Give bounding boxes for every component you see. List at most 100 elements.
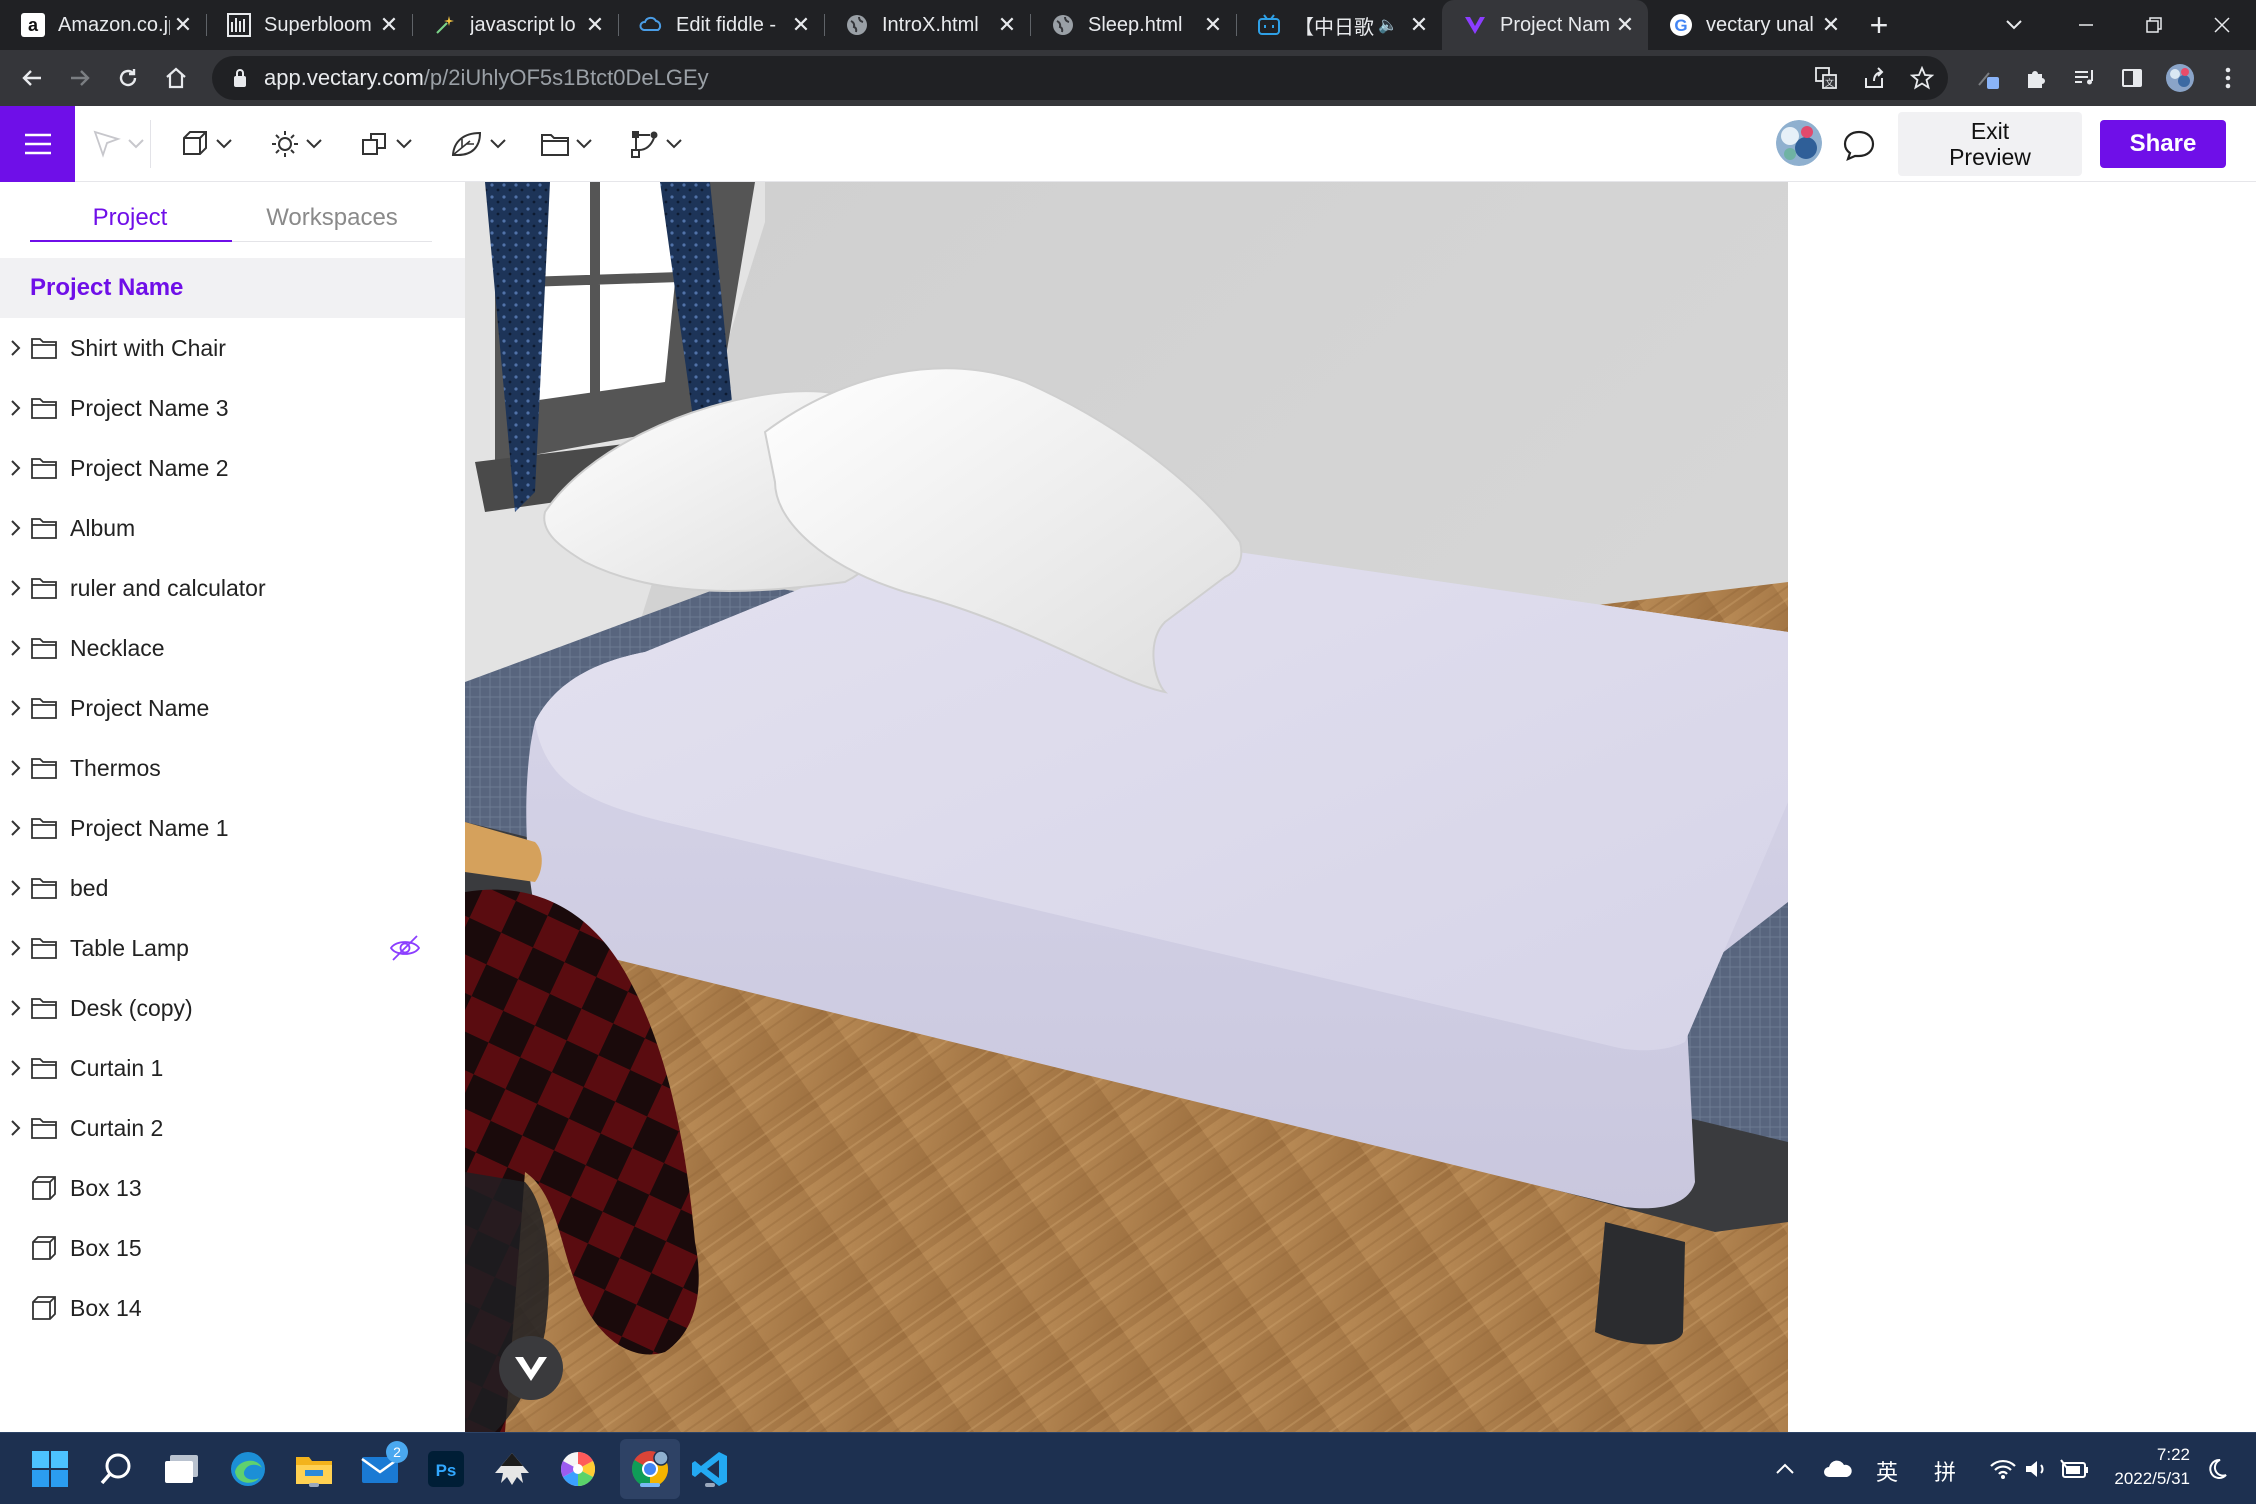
tree-item[interactable]: Box 13 <box>0 1158 465 1218</box>
library-tool-button[interactable] <box>540 124 592 164</box>
close-icon[interactable]: ✕ <box>1200 12 1226 38</box>
chevron-right-icon[interactable] <box>0 939 30 957</box>
tree-item[interactable]: Curtain 2 <box>0 1098 465 1158</box>
browser-tab-bilibili[interactable]: 【中日歌 🔈 ✕ <box>1236 0 1442 50</box>
forward-icon[interactable] <box>60 58 100 98</box>
reload-icon[interactable] <box>108 58 148 98</box>
close-icon[interactable]: ✕ <box>788 12 814 38</box>
address-bar[interactable]: app.vectary.com/p/2iUhlyOF5s1Btct0DeLGEy <box>212 56 1948 100</box>
3d-viewport[interactable] <box>465 182 1788 1432</box>
ime-mode-indicator[interactable]: 拼 <box>1934 1455 1956 1487</box>
tree-item[interactable]: Project Name 1 <box>0 798 465 858</box>
tree-item[interactable]: Shirt with Chair <box>0 318 465 378</box>
chevron-right-icon[interactable] <box>0 999 30 1017</box>
chevron-right-icon[interactable] <box>0 759 30 777</box>
restore-icon[interactable] <box>2120 0 2188 50</box>
bookmark-star-icon[interactable] <box>1898 58 1946 98</box>
share-button[interactable]: Share <box>2100 120 2226 168</box>
close-icon[interactable]: ✕ <box>376 12 402 38</box>
tree-item[interactable]: Thermos <box>0 738 465 798</box>
browser-tab-google[interactable]: G vectary unal ✕ <box>1648 0 1854 50</box>
select-tool-button[interactable] <box>92 124 144 164</box>
browser-menu-icon[interactable] <box>2204 58 2252 98</box>
speaker-icon[interactable]: 🔈 <box>1378 15 1398 35</box>
battery-icon[interactable] <box>2056 1447 2092 1491</box>
hamburger-menu-button[interactable] <box>0 106 75 182</box>
tree-item[interactable]: Box 14 <box>0 1278 465 1338</box>
chrome-icon[interactable] <box>628 1447 672 1491</box>
home-icon[interactable] <box>156 58 196 98</box>
media-control-icon[interactable] <box>2060 58 2108 98</box>
comment-icon[interactable] <box>1838 124 1880 166</box>
inkscape-icon[interactable] <box>490 1447 534 1491</box>
tree-item[interactable]: ruler and calculator <box>0 558 465 618</box>
extension-icon[interactable] <box>1964 58 2012 98</box>
tree-item[interactable]: Desk (copy) <box>0 978 465 1038</box>
tree-item[interactable]: Box 15 <box>0 1218 465 1278</box>
chevron-up-icon[interactable] <box>1770 1447 1800 1491</box>
tree-item[interactable]: Project Name 2 <box>0 438 465 498</box>
back-icon[interactable] <box>12 58 52 98</box>
browser-tab-superbloom[interactable]: Superbloom ✕ <box>206 0 412 50</box>
chevron-right-icon[interactable] <box>0 339 30 357</box>
photoshop-icon[interactable]: Ps <box>424 1447 468 1491</box>
close-icon[interactable]: ✕ <box>1818 12 1844 38</box>
system-clock[interactable]: 7:22 2022/5/31 <box>2100 1443 2190 1491</box>
tab-workspaces[interactable]: Workspaces <box>232 204 432 232</box>
puzzle-icon[interactable] <box>2012 58 2060 98</box>
chevron-right-icon[interactable] <box>0 579 30 597</box>
translate-icon[interactable]: 文 <box>1802 58 1850 98</box>
tab-project[interactable]: Project <box>30 204 230 232</box>
close-icon[interactable]: ✕ <box>582 12 608 38</box>
materials-tool-button[interactable] <box>450 124 506 164</box>
close-icon[interactable]: ✕ <box>170 12 196 38</box>
tree-item[interactable]: Necklace <box>0 618 465 678</box>
browser-tab-jsfiddle[interactable]: Edit fiddle - ✕ <box>618 0 824 50</box>
color-picker-icon[interactable] <box>556 1447 600 1491</box>
chevron-right-icon[interactable] <box>0 1059 30 1077</box>
start-menu-icon[interactable] <box>28 1447 72 1491</box>
project-name-row[interactable]: Project Name <box>0 258 465 318</box>
exit-preview-button[interactable]: Exit Preview <box>1898 112 2082 176</box>
lights-tool-button[interactable] <box>270 124 322 164</box>
ime-language-indicator[interactable]: 英 <box>1876 1455 1898 1487</box>
edge-browser-icon[interactable] <box>226 1447 270 1491</box>
chevron-right-icon[interactable] <box>0 1119 30 1137</box>
mail-icon[interactable]: 2 <box>358 1441 408 1491</box>
user-avatar[interactable] <box>1776 120 1822 166</box>
search-icon[interactable] <box>94 1447 138 1491</box>
tree-item[interactable]: Table Lamp <box>0 918 465 978</box>
transform-tool-button[interactable] <box>360 124 412 164</box>
chevron-right-icon[interactable] <box>0 819 30 837</box>
volume-icon[interactable] <box>2020 1447 2054 1491</box>
chevron-right-icon[interactable] <box>0 399 30 417</box>
vectary-logo-badge[interactable] <box>499 1336 563 1400</box>
tree-item[interactable]: Project Name <box>0 678 465 738</box>
primitives-tool-button[interactable] <box>180 124 232 164</box>
tab-search-icon[interactable] <box>1992 0 2036 50</box>
chevron-right-icon[interactable] <box>0 639 30 657</box>
tree-item[interactable]: Curtain 1 <box>0 1038 465 1098</box>
close-icon[interactable]: ✕ <box>994 12 1020 38</box>
browser-tab-amazon[interactable]: a Amazon.co.jp ✕ <box>0 0 206 50</box>
window-close-icon[interactable] <box>2188 0 2256 50</box>
tree-item[interactable]: bed <box>0 858 465 918</box>
side-panel-icon[interactable] <box>2108 58 2156 98</box>
chevron-right-icon[interactable] <box>0 459 30 477</box>
eye-off-icon[interactable] <box>389 934 421 968</box>
onedrive-icon[interactable] <box>1820 1447 1856 1491</box>
profile-avatar-icon[interactable] <box>2156 58 2204 98</box>
browser-tab-vectary[interactable]: Project Nam ✕ <box>1442 0 1648 50</box>
vscode-icon[interactable] <box>688 1447 732 1491</box>
chevron-right-icon[interactable] <box>0 699 30 717</box>
minimize-icon[interactable] <box>2052 0 2120 50</box>
task-view-icon[interactable] <box>160 1447 204 1491</box>
new-tab-button[interactable]: + <box>1854 0 1904 50</box>
chevron-right-icon[interactable] <box>0 519 30 537</box>
file-explorer-icon[interactable] <box>292 1447 336 1491</box>
tree-item[interactable]: Album <box>0 498 465 558</box>
close-icon[interactable]: ✕ <box>1612 12 1638 38</box>
close-icon[interactable]: ✕ <box>1406 12 1432 38</box>
browser-tab-javascript[interactable]: javascript lo ✕ <box>412 0 618 50</box>
browser-tab-introx[interactable]: IntroX.html ✕ <box>824 0 1030 50</box>
